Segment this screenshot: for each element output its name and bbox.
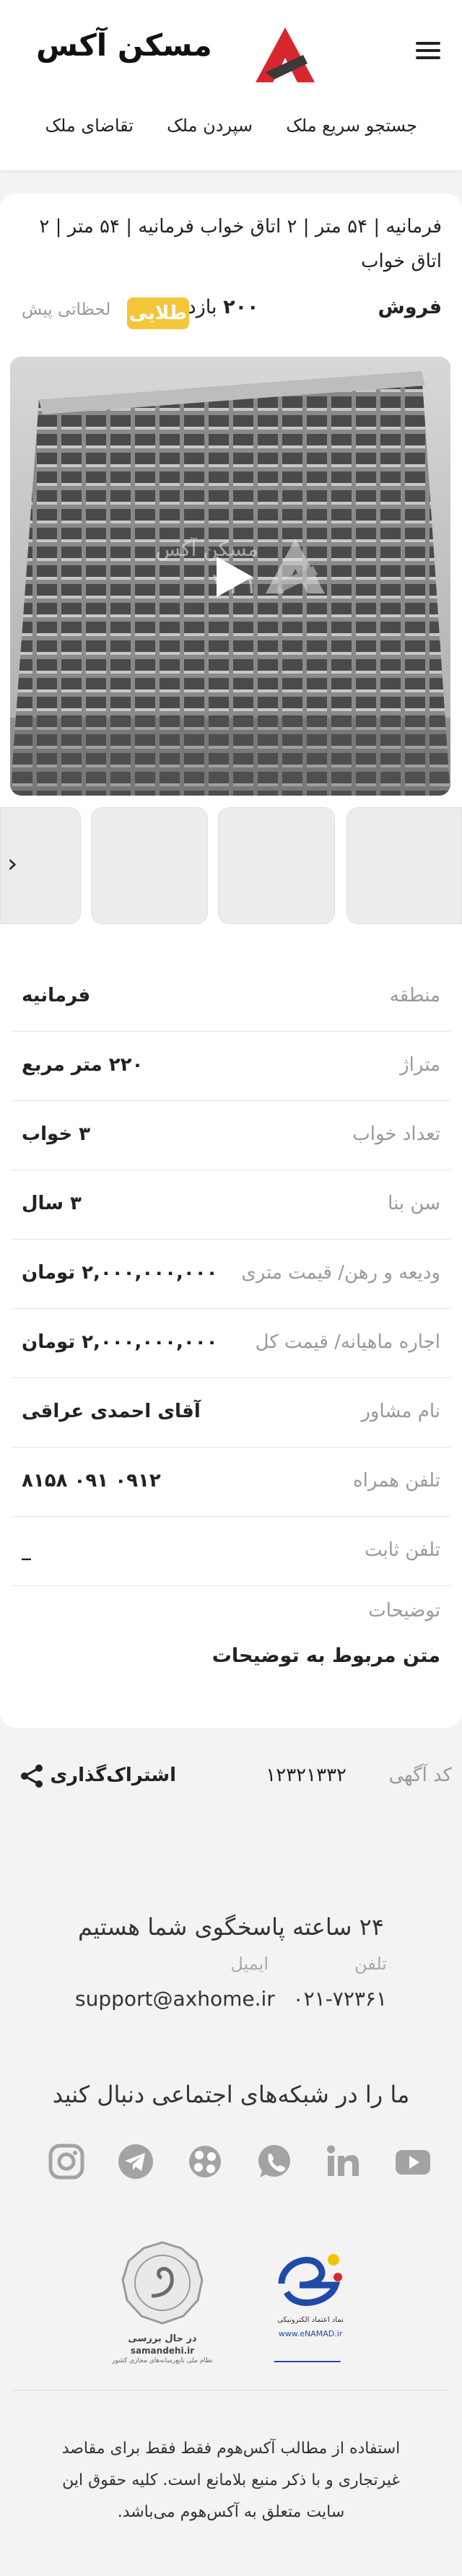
spec-value[interactable]: ۰۹۱۲ ۰۹۱ ۸۱۵۸ xyxy=(22,1470,161,1492)
enamad-domain: www.eNAMAD.ir xyxy=(278,2329,343,2338)
spec-value: ۲,۰۰۰,۰۰۰,۰۰۰ تومان xyxy=(22,1262,218,1284)
spec-row-landline: تلفن ثابت _ xyxy=(12,1516,450,1586)
spec-row-region: منطقه فرمانیه xyxy=(12,962,450,1032)
brand-logo-icon[interactable] xyxy=(253,26,318,84)
listing-card: فرمانیه | ۵۴ متر | ۲ اتاق خواب فرمانیه |… xyxy=(0,193,462,1728)
spec-row-bedrooms: تعداد خواب ۳ خواب xyxy=(12,1100,450,1170)
watermark-logo-icon xyxy=(266,539,325,593)
enamad-badge[interactable]: نماد اعتماد الکترونیکی www.eNAMAD.ir xyxy=(267,2244,354,2367)
spec-value: ۳ خواب xyxy=(22,1123,91,1145)
visit-number: ۲۰۰ xyxy=(223,296,259,318)
time-ago: لحظاتی پیش xyxy=(22,300,111,319)
brand-name[interactable]: مسکن آکس xyxy=(36,27,212,63)
spec-label: اجاره ماهیانه/ قیمت کل xyxy=(255,1331,440,1353)
email-label: ایمیل xyxy=(230,1954,269,1974)
spec-label: تلفن همراه xyxy=(353,1470,440,1492)
spec-row-agent: نام مشاور آقای احمدی عراقی xyxy=(12,1378,450,1448)
spec-label: سن بنا xyxy=(388,1193,440,1214)
spec-value: آقای احمدی عراقی xyxy=(22,1401,201,1422)
chevron-left-icon[interactable]: ‹ xyxy=(7,849,17,879)
enamad-title: نماد اعتماد الکترونیکی xyxy=(277,2316,344,2324)
listing-code-value: ۱۲۳۲۱۳۳۲ xyxy=(266,1765,346,1786)
spec-row-building-age: سن بنا ۳ سال xyxy=(12,1170,450,1240)
hamburger-menu-icon[interactable] xyxy=(416,39,440,61)
linkedin-icon[interactable] xyxy=(323,2141,364,2182)
support-email[interactable]: support@axhome.ir xyxy=(75,1987,275,2011)
share-icon xyxy=(21,1765,43,1788)
samandehi-status: در حال بررسی xyxy=(128,2333,197,2344)
listing-title: فرمانیه | ۵۴ متر | ۲ اتاق خواب فرمانیه |… xyxy=(39,216,442,272)
listing-code-label: کد آگهی xyxy=(388,1765,452,1786)
samandehi-domain: samandehi.ir xyxy=(130,2346,195,2356)
samandehi-seal-icon xyxy=(121,2241,204,2325)
share-button[interactable]: اشتراک‌گذاری xyxy=(17,1757,176,1795)
trust-badges: در حال بررسی samandehi.ir نظام ملی تابع‌… xyxy=(0,2231,462,2375)
spec-value: ۲,۰۰۰,۰۰۰,۰۰۰ تومان xyxy=(22,1331,218,1353)
spec-row-rent: اجاره ماهیانه/ قیمت کل ۲,۰۰۰,۰۰۰,۰۰۰ توم… xyxy=(12,1308,450,1378)
thumbnail[interactable] xyxy=(346,807,462,924)
nav-list-property[interactable]: سپردن ملک xyxy=(167,116,253,136)
copyright-disclaimer: استفاده از مطالب آکس‌هوم فقط فقط برای مق… xyxy=(61,2440,401,2521)
spec-value: ۳ سال xyxy=(22,1193,82,1214)
support-phone[interactable]: ۰۲۱-۷۲۳۶۱ xyxy=(293,1987,387,2011)
spec-label: نام مشاور xyxy=(361,1401,440,1422)
enamad-logo-icon xyxy=(278,2254,342,2306)
spec-row-deposit: ودیعه و رهن/ قیمت متری ۲,۰۰۰,۰۰۰,۰۰۰ توم… xyxy=(12,1239,450,1309)
description-label: توضیحات xyxy=(368,1600,440,1622)
thumbnail[interactable] xyxy=(91,807,208,924)
instagram-icon[interactable] xyxy=(46,2141,87,2182)
spec-value: _ xyxy=(22,1539,31,1561)
deal-type: فروش xyxy=(378,296,442,318)
share-label: اشتراک‌گذاری xyxy=(50,1765,176,1786)
nav-quick-search[interactable]: جستجو سریع ملک xyxy=(286,116,417,136)
enamad-signature xyxy=(274,2344,347,2362)
spec-row-area: متراژ ۲۲۰ متر مربع xyxy=(12,1031,450,1101)
spec-label: منطقه xyxy=(389,985,440,1006)
thumbnail[interactable] xyxy=(218,807,335,924)
listing-photo[interactable]: مسکن آکس ۷۲۱ xyxy=(10,357,450,796)
photo-thumbnails: ‹ xyxy=(0,807,462,924)
main-nav: جستجو سریع ملک سپردن ملک تقاضای ملک xyxy=(0,116,462,144)
gold-badge: طلایی xyxy=(127,297,189,329)
spec-value: فرمانیه xyxy=(22,985,91,1006)
site-header: مسکن آکس جستجو سریع ملک سپردن ملک تقاضای… xyxy=(0,0,462,170)
spec-label: تلفن ثابت xyxy=(365,1539,440,1561)
spec-row-mobile: تلفن همراه ۰۹۱۲ ۰۹۱ ۸۱۵۸ xyxy=(12,1447,450,1517)
support-title: ۲۴ ساعته پاسخگوی شما هستیم xyxy=(78,1913,384,1941)
samandehi-badge[interactable]: در حال بررسی samandehi.ir نظام ملی تابع‌… xyxy=(108,2240,217,2370)
spec-label: ودیعه و رهن/ قیمت متری xyxy=(241,1262,440,1284)
youtube-icon[interactable] xyxy=(393,2141,433,2182)
spec-label: متراژ xyxy=(400,1054,440,1076)
nav-property-request[interactable]: تقاضای ملک xyxy=(45,116,134,136)
spec-value: ۲۲۰ متر مربع xyxy=(22,1054,144,1076)
phone-label: تلفن xyxy=(354,1954,387,1974)
spec-label: تعداد خواب xyxy=(352,1123,440,1145)
description-text: متن مربوط به توضیحات xyxy=(212,1645,440,1667)
social-title: ما را در شبکه‌های اجتماعی دنبال کنید xyxy=(52,2081,410,2108)
aparat-icon[interactable] xyxy=(185,2141,225,2182)
play-video-icon[interactable] xyxy=(214,555,254,599)
samandehi-caption: نظام ملی تابع‌رسانه‌های مجازی کشور xyxy=(111,2357,214,2364)
telegram-icon[interactable] xyxy=(116,2141,156,2182)
whatsapp-icon[interactable] xyxy=(254,2141,295,2182)
